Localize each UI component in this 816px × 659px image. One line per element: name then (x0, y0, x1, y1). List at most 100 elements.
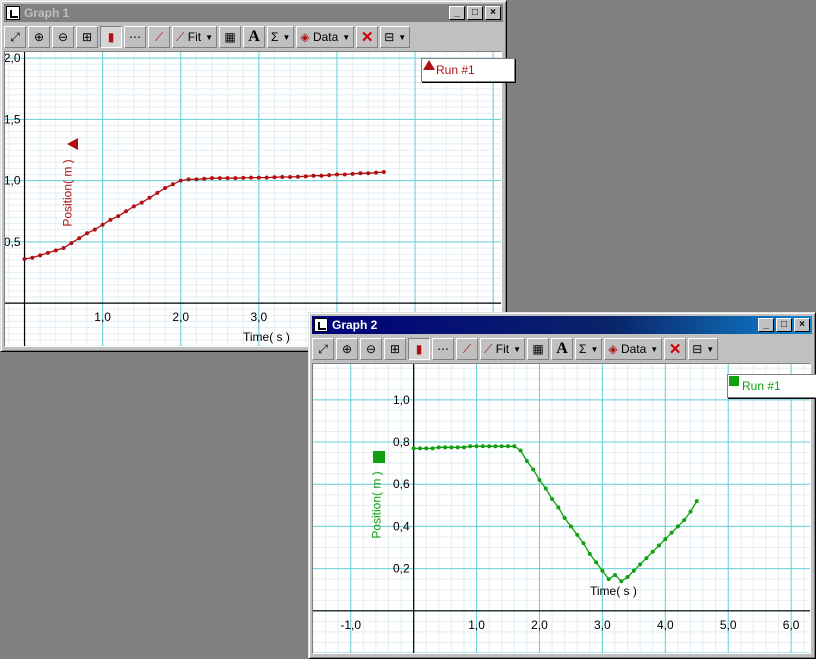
calculator-icon[interactable]: ▦ (219, 26, 242, 48)
x-axis-label: Time( s ) (590, 584, 637, 598)
graph-toolbar: ⤢ ⊕ ⊖ ⊞ ▮ ⋯ ⟋ ⟋ Fit ▼ ▦ A Σ ▼ ◈ Data ▼ ✕ ⊟ ▼ (312, 336, 812, 362)
x-tick-label: -1,0 (340, 618, 361, 632)
data-point (543, 486, 548, 491)
data-point (644, 556, 649, 561)
y-tick-label: 0,8 (393, 435, 410, 449)
data-point (663, 537, 668, 542)
data-point (45, 250, 50, 255)
data-point (92, 227, 97, 232)
data-button[interactable]: ◈ Data ▼ (604, 338, 663, 360)
data-point (449, 445, 454, 450)
delete-icon[interactable]: ✕ (356, 26, 379, 48)
tangent-icon[interactable]: ⟋ (148, 26, 170, 48)
fit-button[interactable]: ⟋ Fit ▼ (480, 338, 526, 360)
graph-options-button[interactable]: ⊟ ▼ (380, 26, 411, 48)
statistics-button[interactable]: Σ ▼ (267, 26, 295, 48)
chart-svg[interactable]: -1,0 1,0 2,0 3,0 4,0 5,0 6,0 0,2 0,4 0,6 0,8 1,0 (313, 364, 810, 653)
x-tick-label: 3,0 (594, 618, 611, 632)
data-point (455, 445, 460, 450)
graph-window-icon (314, 318, 328, 332)
data-point (550, 497, 555, 502)
tangent-icon[interactable]: ⟋ (456, 338, 478, 360)
data-point (319, 173, 324, 178)
data-label: Data (312, 30, 339, 44)
maximize-button[interactable]: □ (776, 318, 792, 332)
statistics-button[interactable]: Σ ▼ (575, 338, 603, 360)
data-point (38, 253, 43, 258)
y-tick-label: 0,5 (5, 235, 21, 249)
lock-icon[interactable]: ▮ (100, 26, 122, 48)
zoom-in-icon[interactable]: ⊕ (336, 338, 358, 360)
data-point (688, 509, 693, 514)
maximize-button[interactable]: □ (467, 6, 483, 20)
fit-button[interactable]: ⟋ Fit ▼ (172, 26, 218, 48)
plot-area[interactable]: -1,0 1,0 2,0 3,0 4,0 5,0 6,0 0,2 0,4 0,6 0,8 1,0 Ru… (312, 363, 816, 654)
x-axis-label: Time( s ) (243, 330, 290, 344)
graph-2-window[interactable]: Graph 2 _ □ × ⤢ ⊕ ⊖ ⊞ ▮ ⋯ ⟋ ⟋ Fit ▼ ▦ A Σ… (308, 312, 816, 659)
data-point (124, 209, 129, 214)
calculator-icon[interactable]: ▦ (527, 338, 550, 360)
legend[interactable]: Run #1 (727, 374, 816, 398)
data-point (100, 222, 105, 227)
data-button[interactable]: ◈ Data ▼ (296, 26, 355, 48)
close-button[interactable]: × (794, 318, 810, 332)
title-bar[interactable]: Graph 2 _ □ × (312, 316, 812, 334)
y-tick-label: 1,5 (5, 112, 21, 126)
examine-icon[interactable]: ⋯ (124, 26, 146, 48)
zoom-box-icon[interactable]: ⊞ (384, 338, 406, 360)
zoom-box-icon[interactable]: ⊞ (76, 26, 98, 48)
data-point (606, 577, 611, 582)
graph-toolbar: ⤢ ⊕ ⊖ ⊞ ▮ ⋯ ⟋ ⟋ Fit ▼ ▦ A Σ ▼ ◈ Data ▼ ✕ ⊟ ▼ (4, 24, 503, 50)
delete-icon[interactable]: ✕ (664, 338, 687, 360)
data-point (531, 467, 536, 472)
data-point (682, 518, 687, 523)
y-axis-label: Position( m ) (369, 471, 384, 539)
x-tick-label: 3,0 (251, 310, 268, 324)
zoom-out-icon[interactable]: ⊖ (52, 26, 74, 48)
data-point (358, 171, 363, 176)
data-point (350, 171, 355, 176)
text-annotation-button[interactable]: A (551, 338, 574, 360)
graph-1-window[interactable]: Graph 1 _ □ × ⤢ ⊕ ⊖ ⊞ ▮ ⋯ ⟋ ⟋ Fit ▼ ▦ A Σ… (0, 0, 515, 352)
chart-svg[interactable]: 1,02,03,04,05,06,00,51,01,52,0 (5, 52, 501, 346)
data-point (108, 217, 113, 222)
data-point (424, 446, 429, 451)
data-point (217, 176, 222, 181)
autoscale-icon[interactable]: ⤢ (4, 26, 26, 48)
data-point (170, 182, 175, 187)
graph-options-button[interactable]: ⊟ ▼ (688, 338, 719, 360)
legend[interactable]: Run #1 (421, 58, 515, 82)
zoom-out-icon[interactable]: ⊖ (360, 338, 382, 360)
data-point (499, 444, 504, 449)
close-button[interactable]: × (485, 6, 501, 20)
data-point (417, 446, 422, 451)
sigma-icon: Σ (271, 30, 279, 44)
data-point (116, 214, 121, 219)
graph-window-icon (6, 6, 20, 20)
data-point (694, 499, 699, 504)
legend-label: Run #1 (742, 379, 781, 393)
y-axis-marker-icon (67, 138, 78, 150)
data-point (468, 444, 473, 449)
data-point (524, 459, 529, 464)
data-point (163, 185, 168, 190)
data-point (342, 172, 347, 177)
zoom-in-icon[interactable]: ⊕ (28, 26, 50, 48)
data-point (131, 204, 136, 209)
y-tick-label: 0,6 (393, 477, 410, 491)
data-label: Data (620, 342, 647, 356)
lock-icon[interactable]: ▮ (408, 338, 430, 360)
data-point (374, 170, 379, 175)
plot-area[interactable]: 1,02,03,04,05,06,00,51,01,52,0 Run #1 Po… (4, 51, 515, 347)
minimize-button[interactable]: _ (449, 6, 465, 20)
title-bar[interactable]: Graph 1 _ □ × (4, 4, 503, 22)
examine-icon[interactable]: ⋯ (432, 338, 454, 360)
minimize-button[interactable]: _ (758, 318, 774, 332)
autoscale-icon[interactable]: ⤢ (312, 338, 334, 360)
x-tick-label: 2,0 (172, 310, 189, 324)
y-tick-label: 2,0 (5, 52, 21, 65)
data-point (233, 176, 238, 181)
text-annotation-button[interactable]: A (243, 26, 266, 48)
data-point (85, 231, 90, 236)
data-point (650, 549, 655, 554)
